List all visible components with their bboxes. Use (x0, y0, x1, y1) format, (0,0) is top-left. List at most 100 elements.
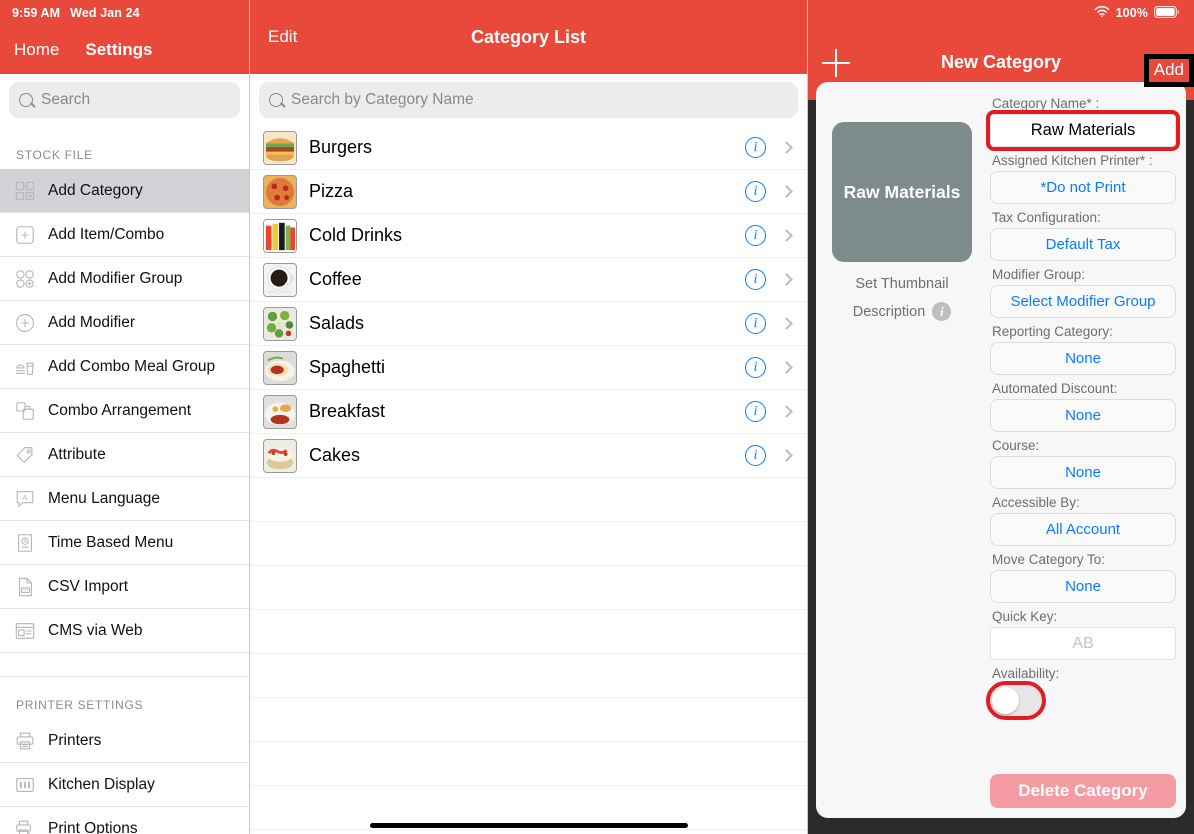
chevron-right-icon[interactable] (780, 141, 793, 154)
sidebar-section-gap (0, 653, 249, 677)
sidebar-item-attribute[interactable]: Attribute (0, 433, 249, 477)
modifier-group-select[interactable]: Select Modifier Group (990, 285, 1176, 318)
kitchen-printer-select[interactable]: *Do not Print (990, 171, 1176, 204)
field-label-category-name: Category Name* : (992, 96, 1100, 111)
category-thumbnail-preview[interactable]: Raw Materials (832, 122, 972, 262)
info-icon[interactable]: i (745, 181, 766, 202)
set-thumbnail-button[interactable]: Set Thumbnail (855, 276, 948, 292)
table-row[interactable]: Cakes i (250, 434, 807, 478)
chevron-right-icon[interactable] (780, 185, 793, 198)
sidebar-item-cms-via-web[interactable]: CMS via Web (0, 609, 249, 653)
new-category-form-card: Raw Materials Set Thumbnail Description … (816, 82, 1186, 818)
delete-category-button[interactable]: Delete Category (990, 774, 1176, 808)
sidebar-item-add-modifier[interactable]: Add Modifier (0, 301, 249, 345)
automated-discount-select[interactable]: None (990, 399, 1176, 432)
svg-text:CSV: CSV (22, 588, 30, 592)
field-label-accessible-by: Accessible By: (992, 495, 1080, 510)
info-icon[interactable]: i (745, 357, 766, 378)
plus-icon[interactable] (822, 49, 850, 77)
category-name: Salads (309, 313, 365, 333)
chevron-right-icon[interactable] (780, 229, 793, 242)
reporting-category-select[interactable]: None (990, 342, 1176, 375)
info-icon[interactable]: i (745, 313, 766, 334)
clock-menu-icon (10, 529, 40, 557)
sidebar-item-label: Attribute (48, 445, 106, 463)
sidebar-item-label: Add Category (48, 181, 143, 199)
sidebar-item-menu-language[interactable]: A Menu Language (0, 477, 249, 521)
kitchen-display-icon (10, 771, 40, 799)
field-label-modifier-group: Modifier Group: (992, 267, 1086, 282)
sidebar-item-add-category[interactable]: Add Category (0, 169, 249, 213)
sidebar-item-printers[interactable]: Printers (0, 719, 249, 763)
info-icon[interactable]: i (745, 401, 766, 422)
spaghetti-thumbnail (263, 350, 297, 385)
sidebar-item-print-options[interactable]: Print Options (0, 807, 249, 834)
search-icon (19, 93, 33, 107)
home-button[interactable]: Home (14, 40, 59, 60)
table-row[interactable]: Salads i (250, 302, 807, 346)
move-category-to-select[interactable]: None (990, 570, 1176, 603)
description-label: Description (852, 303, 926, 320)
chevron-right-icon[interactable] (780, 273, 793, 286)
sidebar-item-time-based-menu[interactable]: Time Based Menu (0, 521, 249, 565)
availability-toggle[interactable] (986, 681, 1046, 720)
search-placeholder: Search (41, 91, 91, 108)
sidebar-item-kitchen-display[interactable]: Kitchen Display (0, 763, 249, 807)
printer-icon (10, 727, 40, 755)
sidebar-item-add-item-combo[interactable]: Add Item/Combo (0, 213, 249, 257)
status-date: Wed Jan 24 (70, 6, 140, 20)
thumbnail-column: Raw Materials Set Thumbnail Description … (828, 94, 976, 808)
chevron-right-icon[interactable] (780, 405, 793, 418)
home-indicator[interactable] (369, 823, 688, 828)
table-row[interactable]: Pizza i (250, 170, 807, 214)
category-rows[interactable]: Burgers i Pizza i Cold Drinks i Coffee i… (250, 126, 807, 834)
salad-thumbnail (263, 306, 297, 341)
fields-column: Category Name* : Raw Materials Assigned … (976, 94, 1180, 808)
info-icon[interactable]: i (745, 225, 766, 246)
table-row[interactable]: Burgers i (250, 126, 807, 170)
combo-arrangement-icon (10, 397, 40, 425)
category-name-field[interactable]: Raw Materials (986, 110, 1180, 151)
tax-configuration-select[interactable]: Default Tax (990, 228, 1176, 261)
info-icon[interactable]: i (932, 302, 952, 321)
accessible-by-select[interactable]: All Account (990, 513, 1176, 546)
search-input[interactable]: Search (9, 82, 240, 118)
sidebar-item-combo-arrangement[interactable]: Combo Arrangement (0, 389, 249, 433)
left-navbar: Home Settings (0, 26, 249, 74)
settings-sidebar-pane: 9:59 AM Wed Jan 24 Home Settings Search … (0, 0, 250, 834)
sidebar-item-label: Add Combo Meal Group (48, 357, 216, 375)
language-icon: A (10, 485, 40, 513)
chevron-right-icon[interactable] (780, 449, 793, 462)
sidebar-item-csv-import[interactable]: CSV CSV Import (0, 565, 249, 609)
course-select[interactable]: None (990, 456, 1176, 489)
table-row[interactable]: Spaghetti i (250, 346, 807, 390)
sidebar-item-add-combo-meal-group[interactable]: Add Combo Meal Group (0, 345, 249, 389)
chevron-right-icon[interactable] (780, 361, 793, 374)
availability-toggle-wrap (986, 681, 1176, 721)
info-icon[interactable]: i (745, 445, 766, 466)
table-row[interactable]: Cold Drinks i (250, 214, 807, 258)
sidebar-item-label: Menu Language (48, 489, 161, 507)
sidebar-list[interactable]: STOCK FILE Add Category Add Item/Combo A… (0, 127, 249, 834)
info-icon[interactable]: i (745, 137, 766, 158)
info-icon[interactable]: i (745, 269, 766, 290)
add-modifier-icon (10, 309, 40, 337)
edit-button[interactable]: Edit (268, 27, 297, 47)
category-name: Cold Drinks (309, 225, 403, 245)
category-name: Spaghetti (309, 357, 386, 377)
sidebar-item-add-modifier-group[interactable]: Add Modifier Group (0, 257, 249, 301)
status-time: 9:59 AM (12, 6, 61, 20)
field-label-tax-configuration: Tax Configuration: (992, 210, 1101, 225)
table-row[interactable]: Breakfast i (250, 390, 807, 434)
quick-key-input[interactable]: AB (990, 627, 1176, 660)
sidebar-item-label: Add Modifier (48, 313, 136, 331)
coffee-thumbnail (263, 262, 297, 297)
burger-thumbnail (263, 130, 297, 165)
table-row[interactable]: Coffee i (250, 258, 807, 302)
category-search-input[interactable]: Search by Category Name (259, 82, 798, 118)
chevron-right-icon[interactable] (780, 317, 793, 330)
status-bar-left: 9:59 AM Wed Jan 24 (0, 0, 249, 26)
description-row[interactable]: Description i (853, 302, 952, 321)
add-button[interactable]: Add (1143, 54, 1194, 87)
sidebar-item-label: Time Based Menu (48, 533, 174, 551)
